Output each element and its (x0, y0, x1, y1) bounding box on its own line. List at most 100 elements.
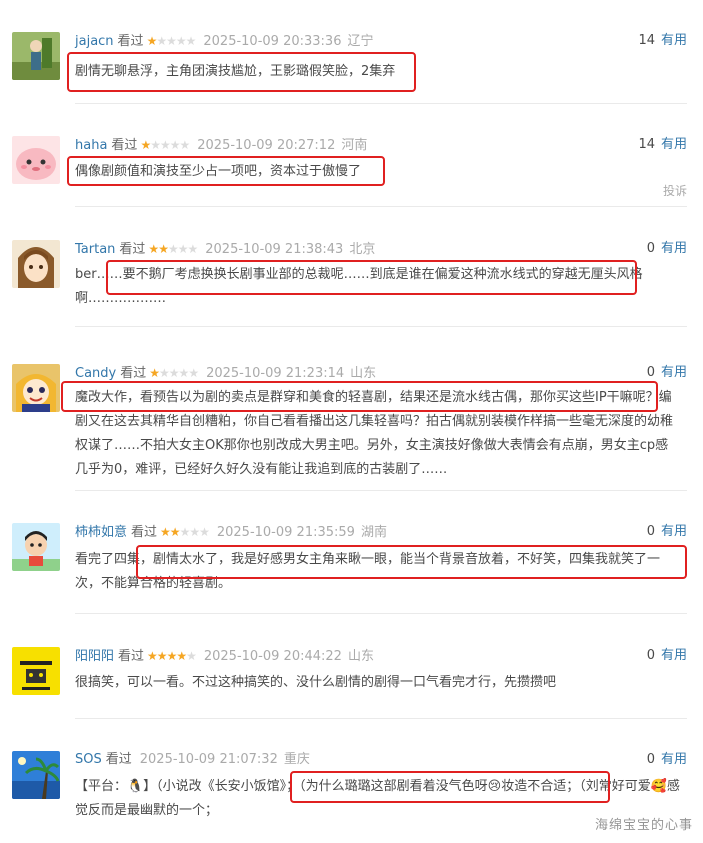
star-empty-icon: ★ (159, 366, 170, 380)
comment-time: 2025-10-09 21:23:14 (206, 366, 345, 381)
star-empty-icon: ★ (156, 34, 167, 48)
username[interactable]: haha (75, 138, 107, 153)
avatar[interactable] (12, 751, 60, 799)
useful-button[interactable]: 有用 (661, 137, 687, 152)
comment-location: 湖南 (360, 525, 387, 540)
username[interactable]: jajacn (75, 34, 114, 49)
star-filled-icon: ★ (156, 649, 168, 663)
highlight-box (106, 260, 637, 295)
star-filled-icon: ★ (140, 138, 151, 152)
useful-votes[interactable]: 0 有用 (647, 751, 687, 769)
useful-votes[interactable]: 14 有用 (638, 32, 687, 50)
vote-count: 0 (646, 241, 655, 256)
comment-header: haha 看过 ★★★★★ 2025-10-09 20:27:12 河南 (75, 136, 367, 154)
username[interactable]: 阳阳阳 (75, 649, 114, 664)
highlight-box (67, 156, 385, 186)
watched-label: 看过 (118, 649, 145, 664)
useful-button[interactable]: 有用 (661, 752, 687, 767)
comment-header: Candy 看过 ★★★★★ 2025-10-09 21:23:14 山东 (75, 364, 376, 382)
username[interactable]: Tartan (75, 242, 115, 257)
divider (75, 490, 687, 491)
username[interactable]: 柿柿如意 (75, 525, 127, 540)
star-empty-icon: ★ (175, 34, 187, 48)
username[interactable]: SOS (75, 752, 102, 767)
star-filled-icon: ★ (166, 649, 178, 663)
star-empty-icon: ★ (167, 242, 179, 256)
star-filled-icon: ★ (160, 525, 171, 539)
watched-label: 看过 (119, 242, 146, 257)
star-filled-icon: ★ (147, 649, 158, 663)
star-filled-icon: ★ (146, 34, 158, 48)
highlight-box (136, 545, 687, 579)
comment-header: 阳阳阳 看过 ★★★★★ 2025-10-09 20:44:22 山东 (75, 647, 374, 665)
vote-count: 14 (638, 137, 655, 152)
comment-location: 重庆 (283, 752, 310, 767)
avatar[interactable] (12, 136, 60, 184)
highlight-box (61, 381, 658, 412)
star-empty-icon: ★ (189, 525, 200, 539)
avatar[interactable] (12, 32, 60, 80)
comment-text: 很搞笑，可以一看。不过这种搞笑的、没什么剧情的剧得一口气看完才行，先攒攒吧 (75, 675, 557, 690)
star-filled-icon: ★ (158, 242, 169, 256)
star-empty-icon: ★ (150, 138, 161, 152)
star-empty-icon: ★ (179, 138, 191, 152)
avatar[interactable] (12, 523, 60, 571)
useful-votes[interactable]: 0 有用 (647, 523, 687, 541)
useful-button[interactable]: 有用 (661, 648, 687, 663)
star-filled-icon: ★ (169, 525, 181, 539)
vote-count: 0 (646, 524, 655, 539)
comment-location: 山东 (350, 366, 377, 381)
divider (75, 103, 687, 104)
star-empty-icon: ★ (187, 242, 198, 256)
useful-button[interactable]: 有用 (661, 241, 687, 256)
star-rating: ★★★★★ (160, 523, 210, 541)
comment-time: 2025-10-09 21:35:59 (216, 525, 355, 540)
watched-label: 看过 (105, 752, 132, 767)
star-filled-icon: ★ (148, 242, 159, 256)
useful-button[interactable]: 有用 (661, 365, 687, 380)
watched-label: 看过 (131, 525, 158, 540)
comment-time: 2025-10-09 20:27:12 (197, 138, 336, 153)
comment-time: 2025-10-09 21:38:43 (205, 242, 344, 257)
useful-votes[interactable]: 0 有用 (647, 364, 687, 382)
star-rating: ★★★★★ (147, 647, 197, 665)
star-empty-icon: ★ (199, 525, 210, 539)
vote-count: 14 (638, 33, 655, 48)
star-empty-icon: ★ (166, 34, 177, 48)
divider (75, 206, 687, 207)
comment-location: 山东 (347, 649, 374, 664)
star-empty-icon: ★ (168, 366, 180, 380)
useful-button[interactable]: 有用 (661, 524, 687, 539)
star-filled-icon: ★ (176, 649, 187, 663)
vote-count: 0 (646, 752, 655, 767)
vote-count: 0 (646, 648, 655, 663)
watched-label: 看过 (117, 34, 144, 49)
comment-time: 2025-10-09 20:44:22 (203, 649, 342, 664)
watched-label: 看过 (120, 366, 147, 381)
star-empty-icon: ★ (159, 138, 171, 152)
star-empty-icon: ★ (179, 525, 191, 539)
avatar[interactable] (12, 240, 60, 288)
avatar[interactable] (12, 364, 60, 412)
star-empty-icon: ★ (186, 649, 197, 663)
divider (75, 326, 687, 327)
avatar[interactable] (12, 647, 60, 695)
useful-votes[interactable]: 0 有用 (647, 647, 687, 665)
star-rating: ★★★★★ (140, 136, 191, 154)
comment-time: 2025-10-09 20:33:36 (203, 34, 342, 49)
comment-time: 2025-10-09 21:07:32 (139, 752, 278, 767)
comment-header: Tartan 看过 ★★★★★ 2025-10-09 21:38:43 北京 (75, 240, 375, 258)
star-empty-icon: ★ (185, 34, 197, 48)
comment-header: SOS 看过 2025-10-09 21:07:32 重庆 (75, 751, 310, 769)
divider (75, 613, 687, 614)
useful-button[interactable]: 有用 (661, 33, 687, 48)
useful-votes[interactable]: 0 有用 (647, 240, 687, 258)
star-empty-icon: ★ (188, 366, 199, 380)
star-rating: ★★★★★ (149, 364, 199, 382)
divider (75, 718, 687, 719)
comment-header: 柿柿如意 看过 ★★★★★ 2025-10-09 21:35:59 湖南 (75, 523, 387, 541)
useful-votes[interactable]: 14 有用 (638, 136, 687, 154)
username[interactable]: Candy (75, 366, 116, 381)
report-button[interactable]: 投诉 (663, 182, 687, 199)
highlight-box (290, 771, 610, 803)
